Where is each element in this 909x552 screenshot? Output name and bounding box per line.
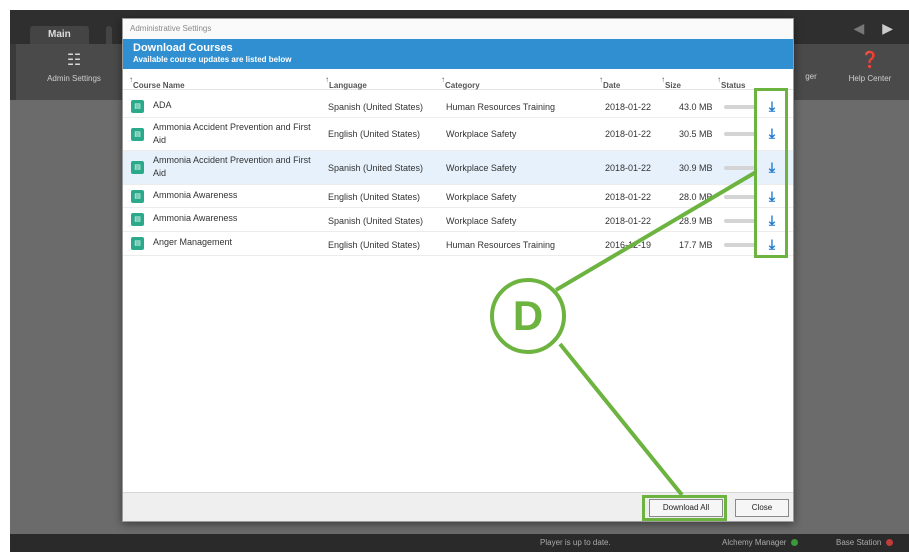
course-category: Workplace Safety: [446, 192, 517, 202]
table-row[interactable]: ▤ Ammonia Awareness Spanish (United Stat…: [123, 208, 793, 232]
forward-arrow-icon[interactable]: ▶: [882, 20, 893, 36]
course-name: Ammonia Awareness: [153, 190, 238, 200]
sliders-icon: ☷: [66, 52, 82, 69]
download-courses-dialog: Administrative Settings Download Courses…: [122, 18, 794, 522]
table-header: ↑ Course Name ↑ Language ↑ Category ↑ Da…: [123, 69, 793, 90]
course-category: Workplace Safety: [446, 163, 517, 173]
tab-partial[interactable]: [106, 26, 112, 44]
course-icon: ▤: [131, 128, 144, 141]
course-icon: ▤: [131, 237, 144, 250]
help-center-tool[interactable]: ❓ Help Center: [840, 50, 900, 83]
callout-badge: D: [490, 278, 566, 354]
question-icon: ❓: [860, 52, 880, 69]
course-date: 2018-01-22: [605, 102, 652, 112]
nav-arrows[interactable]: ◀ ▶: [854, 20, 893, 37]
left-strip: [10, 44, 16, 100]
course-language: Spanish (United States): [328, 163, 424, 173]
download-progress-bar: [724, 132, 756, 136]
course-icon: ▤: [131, 161, 144, 174]
course-date: 2016-12-19: [605, 240, 652, 250]
course-category: Workplace Safety: [446, 129, 517, 139]
download-progress-bar: [724, 195, 756, 199]
course-date: 2018-01-22: [605, 129, 652, 139]
help-center-label: Help Center: [848, 74, 892, 83]
course-language: English (United States): [328, 240, 421, 250]
course-size: 30.5 MB: [679, 129, 713, 139]
status-column-highlight: [754, 88, 788, 258]
alchemy-manager-status: Alchemy Manager: [722, 538, 799, 547]
admin-settings-label: Admin Settings: [47, 74, 101, 83]
course-icon: ▤: [131, 100, 144, 113]
download-progress-bar: [724, 243, 756, 247]
download-progress-bar: [724, 166, 756, 170]
status-message: Player is up to date.: [540, 538, 611, 547]
table-row[interactable]: ▤ Ammonia Accident Prevention and First …: [123, 118, 793, 151]
table-row[interactable]: ▤ Anger Management English (United State…: [123, 232, 793, 256]
column-status[interactable]: ↑ Status: [717, 75, 745, 90]
course-size: 17.7 MB: [679, 240, 713, 250]
dialog-window-title: Administrative Settings: [123, 19, 793, 39]
download-progress-bar: [724, 219, 756, 223]
table-row[interactable]: ▤ ADA Spanish (United States) Human Reso…: [123, 95, 793, 118]
dialog-header-title: Download Courses: [133, 42, 233, 54]
course-name: Ammonia Accident Prevention and First Ai…: [153, 155, 311, 178]
table-row-selected[interactable]: ▤ Ammonia Accident Prevention and First …: [123, 151, 793, 185]
course-icon: ▤: [131, 190, 144, 203]
admin-settings-tool[interactable]: ☷ Admin Settings: [44, 50, 104, 83]
course-name: Ammonia Awareness: [153, 213, 238, 223]
course-date: 2018-01-22: [605, 216, 652, 226]
back-arrow-icon[interactable]: ◀: [854, 20, 865, 36]
base-station-status: Base Station: [836, 538, 894, 547]
course-category: Human Resources Training: [446, 102, 556, 112]
course-size: 28.0 MB: [679, 192, 713, 202]
course-language: English (United States): [328, 129, 421, 139]
course-size: 28.9 MB: [679, 216, 713, 226]
download-all-highlight: [642, 495, 727, 521]
course-date: 2018-01-22: [605, 192, 652, 202]
column-size[interactable]: ↑ Size: [661, 75, 681, 90]
close-button[interactable]: Close: [735, 499, 789, 517]
column-language[interactable]: ↑ Language: [325, 75, 367, 90]
column-date[interactable]: ↑ Date: [599, 75, 620, 90]
course-language: Spanish (United States): [328, 102, 424, 112]
course-date: 2018-01-22: [605, 163, 652, 173]
course-name: Ammonia Accident Prevention and First Ai…: [153, 122, 311, 145]
course-category: Workplace Safety: [446, 216, 517, 226]
course-size: 30.9 MB: [679, 163, 713, 173]
course-language: Spanish (United States): [328, 216, 424, 226]
course-icon: ▤: [131, 213, 144, 226]
course-category: Human Resources Training: [446, 240, 556, 250]
course-size: 43.0 MB: [679, 102, 713, 112]
dialog-header: Download Courses Available course update…: [123, 39, 793, 69]
status-bar: Player is up to date. Alchemy Manager Ba…: [10, 534, 909, 552]
course-language: English (United States): [328, 192, 421, 202]
status-ok-icon: [791, 539, 799, 547]
tab-main[interactable]: Main: [30, 26, 89, 44]
course-name: ADA: [153, 100, 172, 110]
column-course-name[interactable]: ↑ Course Name: [129, 75, 185, 90]
course-name: Anger Management: [153, 237, 233, 247]
download-progress-bar: [724, 105, 756, 109]
status-error-icon: [886, 539, 894, 547]
table-row[interactable]: ▤ Ammonia Awareness English (United Stat…: [123, 185, 793, 208]
dialog-header-subtitle: Available course updates are listed belo…: [133, 55, 292, 64]
column-category[interactable]: ↑ Category: [441, 75, 480, 90]
partial-tool-label: · ger: [805, 72, 817, 81]
